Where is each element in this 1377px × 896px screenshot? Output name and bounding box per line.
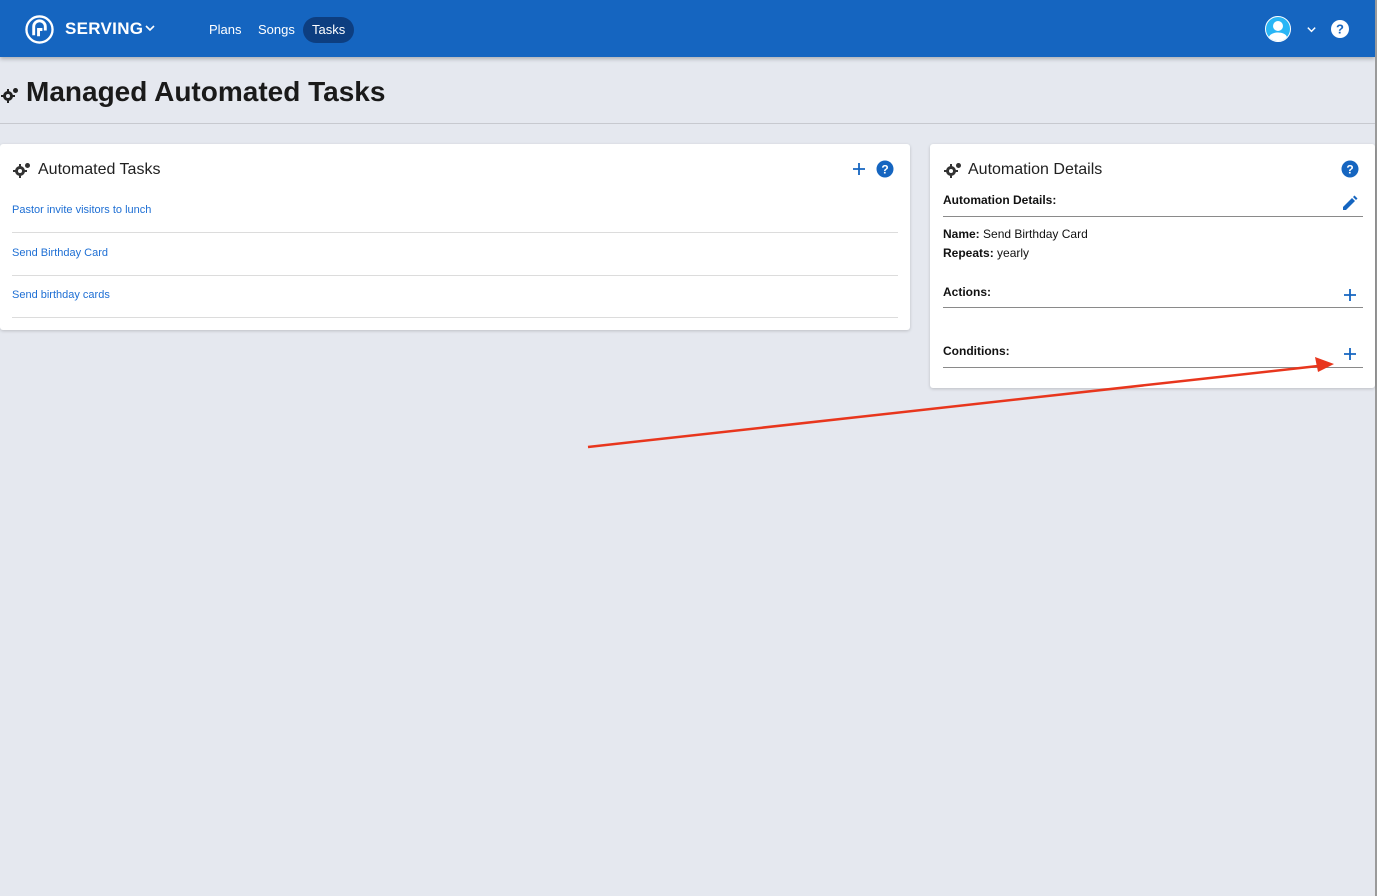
divider (12, 275, 898, 276)
repeats-label: Repeats: (943, 246, 994, 260)
gears-icon (1, 88, 18, 103)
help-circle-icon[interactable]: ? (1341, 160, 1359, 178)
automation-details-card: Automation Details ? Automation Details:… (930, 144, 1375, 388)
name-label: Name: (943, 227, 980, 241)
divider (943, 216, 1363, 217)
divider (943, 367, 1363, 368)
nav-tasks[interactable]: Tasks (303, 17, 355, 43)
gears-icon (944, 163, 961, 178)
name-value: Send Birthday Card (983, 227, 1088, 241)
actions-label: Actions: (943, 285, 991, 299)
help-circle-icon[interactable]: ? (876, 160, 894, 178)
plus-icon[interactable] (851, 161, 867, 177)
repeats-value: yearly (997, 246, 1030, 260)
annotation-arrow (587, 357, 1334, 449)
plus-icon[interactable] (1342, 287, 1358, 303)
page-title: Managed Automated Tasks (26, 76, 386, 107)
task-link[interactable]: Pastor invite visitors to lunch (12, 204, 151, 216)
svg-text:?: ? (1336, 22, 1344, 37)
svg-text:?: ? (1346, 162, 1353, 176)
gears-icon (13, 163, 30, 178)
divider (943, 307, 1363, 308)
nav-songs[interactable]: Songs (250, 17, 303, 43)
card-title: Automation Details (968, 161, 1103, 178)
svg-text:?: ? (881, 162, 888, 176)
nav-plans[interactable]: Plans (201, 17, 250, 43)
task-link[interactable]: Send birthday cards (12, 289, 110, 301)
conditions-label: Conditions: (943, 344, 1010, 358)
divider (0, 123, 1375, 124)
pencil-icon[interactable] (1341, 195, 1358, 212)
serving-logo-icon[interactable] (25, 15, 54, 44)
divider (12, 232, 898, 233)
divider (12, 317, 898, 318)
top-app-bar: SERVING Plans Songs Tasks ? (0, 0, 1375, 57)
chevron-down-icon[interactable] (144, 22, 156, 34)
user-avatar-icon[interactable] (1265, 16, 1291, 42)
name-field: Name: Send Birthday Card (943, 227, 1088, 241)
automated-tasks-card: Automated Tasks ? Pastor invite visitors… (0, 144, 910, 330)
task-link[interactable]: Send Birthday Card (12, 247, 108, 259)
automation-details-label: Automation Details: (943, 193, 1057, 207)
help-circle-icon[interactable]: ? (1330, 19, 1350, 39)
repeats-field: Repeats: yearly (943, 246, 1029, 260)
conditions-add-button[interactable] (1342, 346, 1358, 362)
card-title: Automated Tasks (38, 161, 161, 178)
chevron-down-icon[interactable] (1306, 24, 1317, 35)
app-switcher-label[interactable]: SERVING (65, 19, 143, 39)
